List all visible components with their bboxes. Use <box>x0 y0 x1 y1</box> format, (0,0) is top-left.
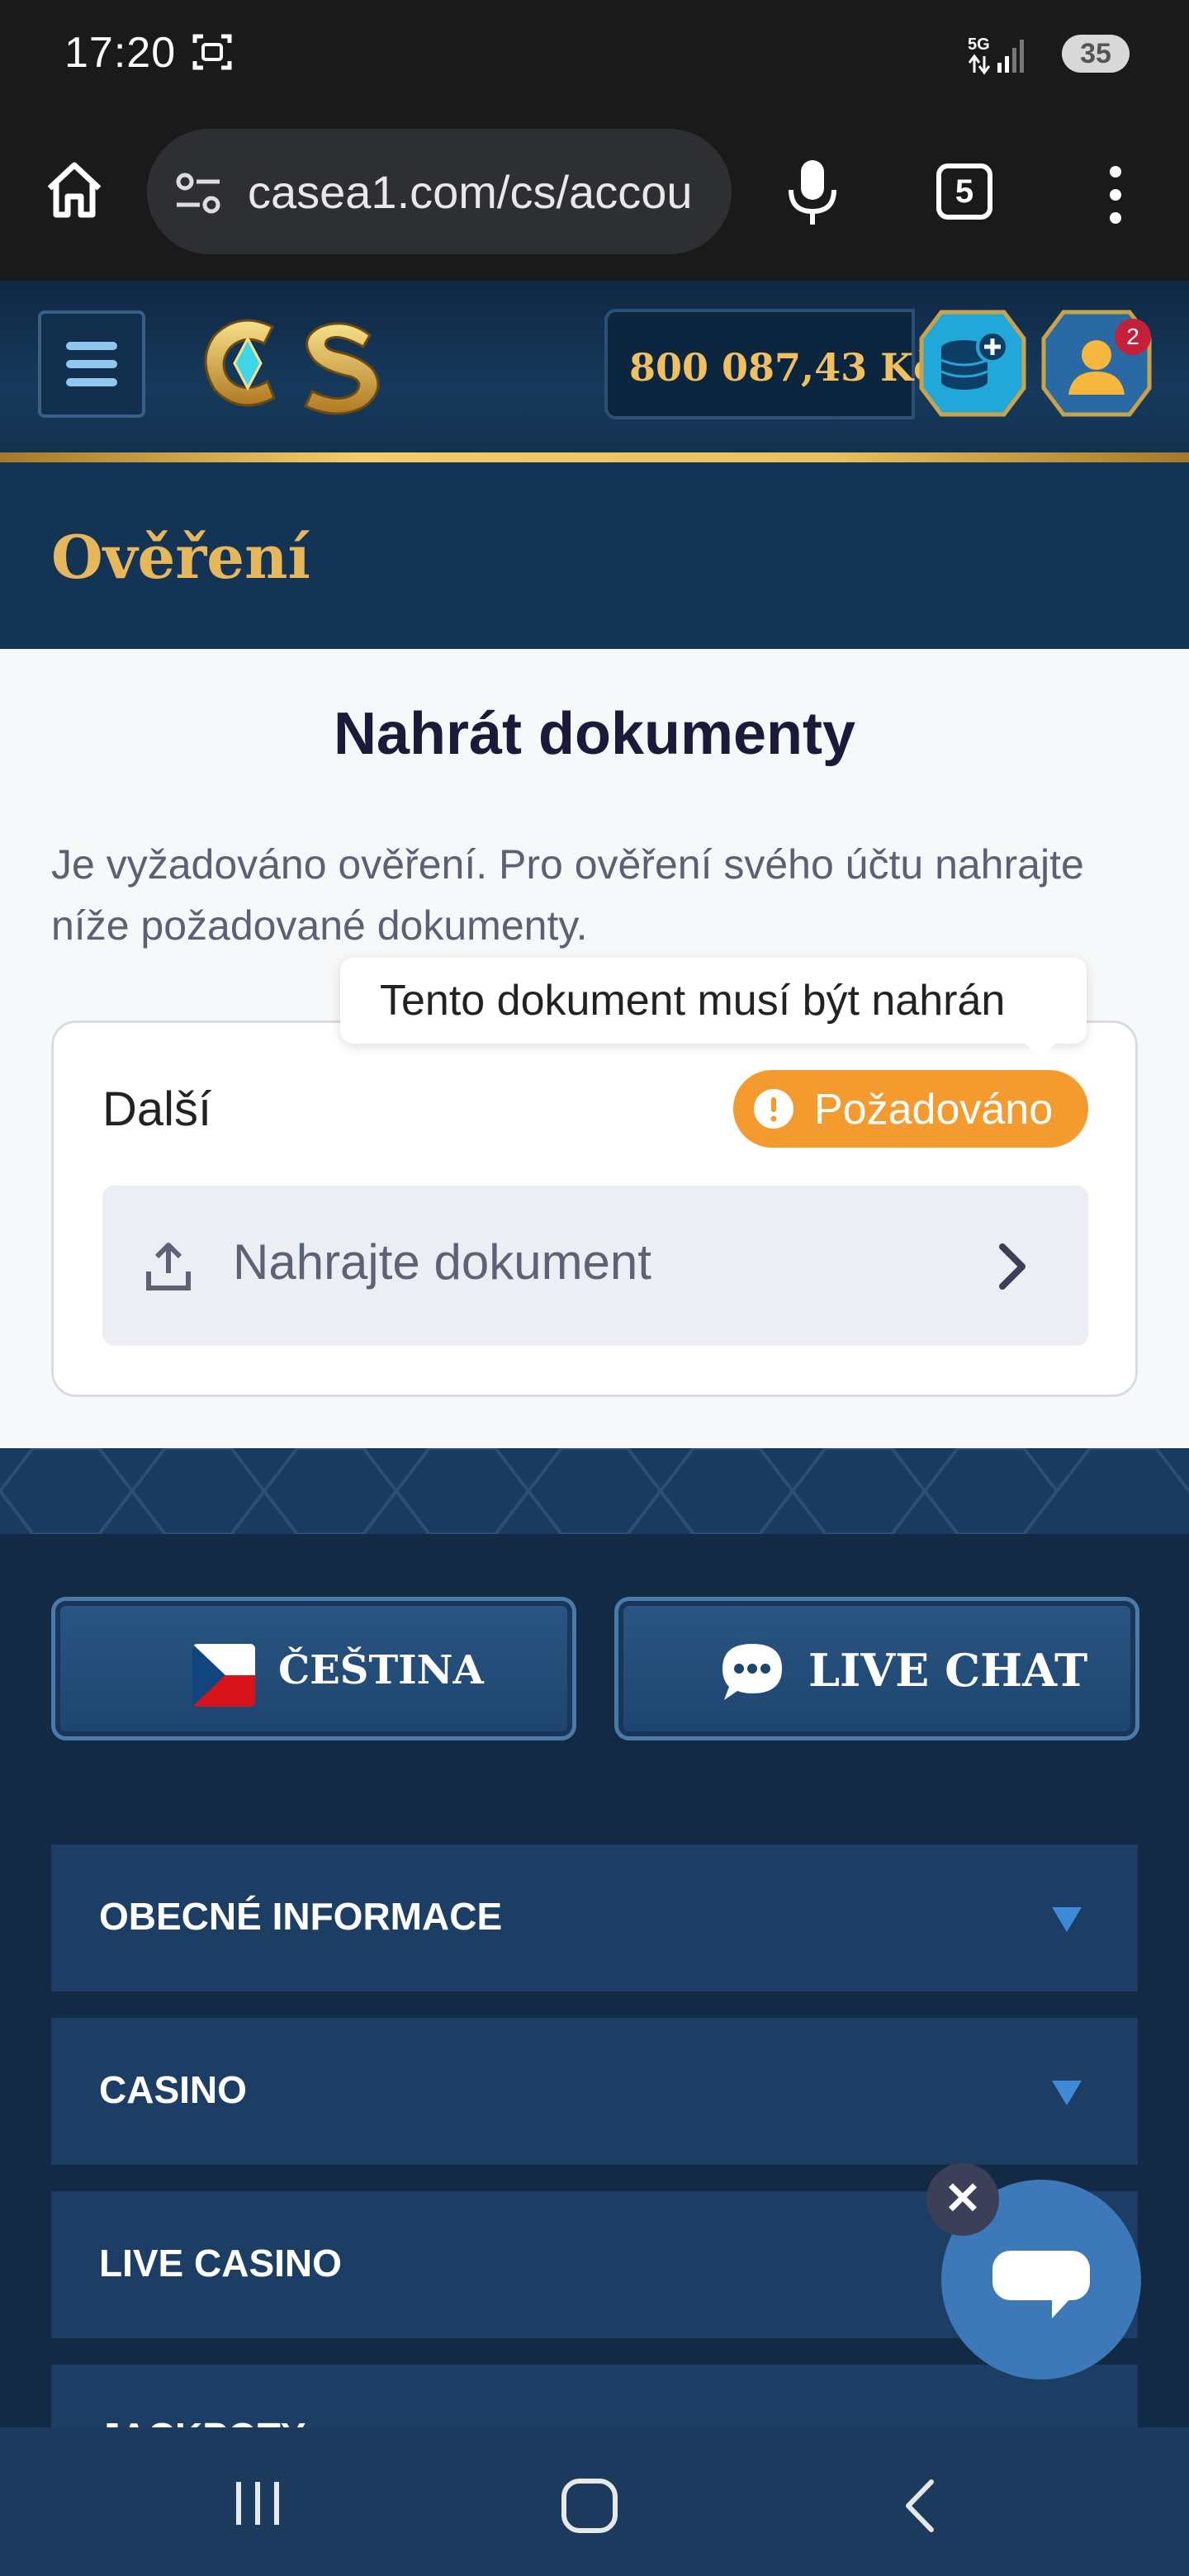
status-time: 17:20 <box>64 29 177 77</box>
tooltip-text: Tento dokument musí být nahrán <box>380 977 1006 1025</box>
accordion-label: CASINO <box>99 2068 247 2111</box>
chat-bubble-icon <box>722 1644 782 1700</box>
recent-apps-icon[interactable] <box>233 2479 282 2528</box>
accordion-label: LIVE CASINO <box>99 2242 342 2285</box>
caret-down-icon <box>1052 1907 1082 1932</box>
tab-switcher-button[interactable]: 5 <box>936 163 992 220</box>
czech-flag-icon <box>192 1644 255 1707</box>
hamburger-icon <box>66 342 117 386</box>
signal-icon: 5G <box>968 36 1024 75</box>
required-status-badge[interactable]: Požadováno <box>733 1070 1088 1148</box>
upload-document-button[interactable]: Nahrajte dokument <box>102 1186 1088 1346</box>
screenshot-icon <box>192 34 232 70</box>
chat-widget-icon-tail <box>1052 2295 1073 2318</box>
accordion-label: OBECNÉ INFORMACE <box>99 1895 503 1938</box>
live-chat-button[interactable]: LIVE CHAT <box>614 1597 1139 1740</box>
required-status-label: Požadováno <box>814 1086 1054 1134</box>
tooltip: Tento dokument musí být nahrán <box>340 958 1087 1044</box>
accordion-casino[interactable]: CASINO <box>51 2018 1138 2165</box>
home-icon[interactable] <box>43 159 106 221</box>
url-text[interactable]: casea1.com/cs/accou <box>248 165 692 219</box>
chevron-right-icon <box>999 1243 1026 1290</box>
chat-widget-close-button[interactable]: ✕ <box>926 2163 999 2236</box>
verification-description: Je vyžadováno ověření. Pro ověření svého… <box>51 841 1084 949</box>
balance-amount: 800 087,43 Kč <box>629 345 937 390</box>
language-label: ČEŠTINA <box>278 1647 484 1693</box>
casino-logo[interactable] <box>182 302 396 426</box>
decorative-pattern <box>0 1448 1189 1534</box>
system-navigation-bar <box>0 2427 1189 2576</box>
deposit-button[interactable] <box>917 305 1029 421</box>
upload-icon <box>146 1243 191 1290</box>
alert-icon <box>754 1089 793 1129</box>
upload-heading: Nahrát dokumenty <box>333 701 856 767</box>
nav-back-icon[interactable] <box>902 2479 938 2533</box>
live-chat-label: LIVE CHAT <box>808 1644 1088 1697</box>
site-settings-icon[interactable] <box>173 170 223 216</box>
balance-display[interactable]: 800 087,43 Kč <box>604 309 936 419</box>
hamburger-menu-button[interactable] <box>38 310 145 418</box>
page-title: Ověření <box>51 522 310 592</box>
battery-indicator: 35 <box>1062 35 1130 73</box>
caret-down-icon <box>1052 2081 1082 2105</box>
notification-badge: 2 <box>1115 319 1151 355</box>
url-bar[interactable]: casea1.com/cs/accou <box>147 129 732 254</box>
account-button[interactable]: 2 <box>1039 305 1154 421</box>
language-button[interactable]: ČEŠTINA <box>51 1597 576 1740</box>
more-options-icon[interactable] <box>1103 162 1128 228</box>
microphone-icon[interactable] <box>784 159 841 226</box>
svg-text:5G: 5G <box>968 36 990 54</box>
tooltip-arrow <box>1024 1042 1057 1060</box>
accordion-general-info[interactable]: OBECNÉ INFORMACE <box>51 1844 1138 1991</box>
chat-widget-icon <box>992 2251 1090 2300</box>
document-type-label: Další <box>102 1082 212 1136</box>
header-divider <box>0 452 1189 462</box>
nav-home-icon[interactable] <box>561 2479 618 2533</box>
upload-document-label: Nahrajte dokument <box>233 1234 651 1290</box>
